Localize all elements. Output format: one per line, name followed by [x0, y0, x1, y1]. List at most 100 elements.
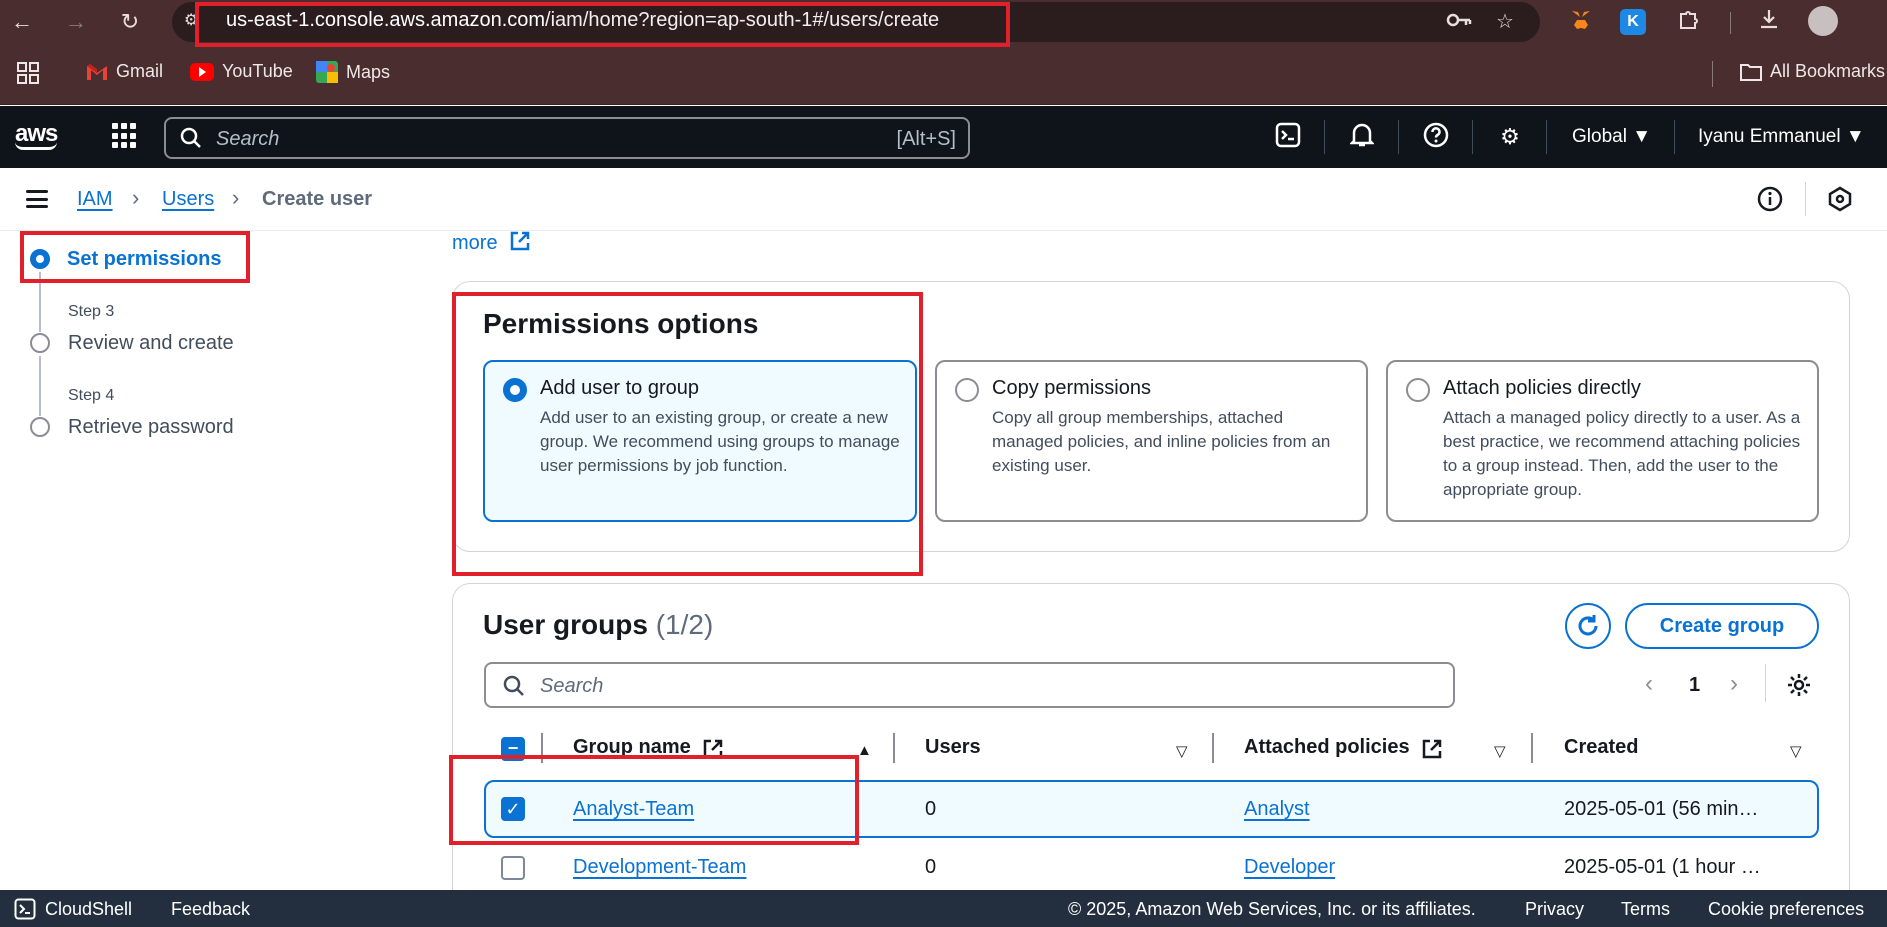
step-retrieve-password[interactable]: Retrieve password — [68, 416, 234, 439]
column-divider — [541, 733, 543, 763]
current-page-number[interactable]: 1 — [1689, 674, 1700, 697]
breadcrumb-separator-icon: › — [232, 185, 240, 210]
footer-cloudshell[interactable]: CloudShell — [45, 899, 132, 920]
option-copy-permissions[interactable]: Copy permissions Copy all group membersh… — [935, 360, 1368, 522]
column-header-attached-policies[interactable]: Attached policies — [1244, 736, 1410, 759]
gmail-icon — [87, 63, 107, 80]
k-extension-icon[interactable]: K — [1620, 9, 1646, 35]
url-host: us-east-1.console.aws.amazon.com — [226, 9, 546, 31]
group-users-count: 0 — [925, 856, 937, 878]
nav-divider — [1674, 120, 1675, 154]
breadcrumb-bar: IAM › Users › Create user — [0, 168, 1887, 231]
step-current-radio — [30, 249, 50, 269]
learn-more-link[interactable]: more — [452, 230, 531, 255]
group-search-input[interactable]: Search — [484, 662, 1455, 708]
option-radio[interactable] — [1406, 378, 1430, 402]
external-link-icon — [1422, 739, 1442, 759]
notifications-bell-icon[interactable] — [1347, 122, 1377, 152]
info-icon[interactable] — [1757, 186, 1783, 212]
option-radio[interactable] — [503, 378, 527, 402]
footer-privacy[interactable]: Privacy — [1525, 899, 1584, 920]
select-all-checkbox[interactable]: − — [501, 737, 525, 761]
more-link-label: more — [452, 232, 498, 254]
user-groups-title: User groups (1/2) — [483, 609, 713, 641]
footer-cookie-preferences[interactable]: Cookie preferences — [1708, 899, 1864, 920]
search-icon — [503, 675, 524, 696]
refresh-button[interactable] — [1565, 603, 1611, 649]
option-attach-policies-directly[interactable]: Attach policies directly Attach a manage… — [1386, 360, 1819, 522]
group-users-count: 0 — [925, 798, 937, 820]
help-icon[interactable] — [1421, 122, 1451, 152]
bookmark-gmail[interactable]: Gmail — [86, 61, 163, 82]
cloudshell-icon — [14, 898, 36, 920]
group-policy-link[interactable]: Developer — [1244, 856, 1335, 879]
column-header-created[interactable]: Created — [1564, 736, 1638, 759]
step-review-and-create[interactable]: Review and create — [68, 332, 234, 355]
next-page-chevron-icon[interactable]: › — [1730, 670, 1738, 698]
toolbar-divider — [1730, 12, 1731, 34]
group-name-link[interactable]: Development-Team — [573, 856, 746, 879]
search-placeholder: Search — [216, 128, 280, 150]
breadcrumb-separator-icon: › — [132, 185, 140, 210]
aws-logo[interactable]: aws — [15, 120, 58, 150]
column-divider — [1212, 733, 1214, 763]
tutorial-panel-icon[interactable] — [1827, 186, 1853, 212]
option-radio[interactable] — [955, 378, 979, 402]
url-text[interactable]: us-east-1.console.aws.amazon.com/iam/hom… — [226, 9, 939, 32]
group-policy-link[interactable]: Analyst — [1244, 798, 1310, 821]
column-divider — [1531, 733, 1533, 763]
url-path: /iam/home?region=ap-south-1#/users/creat… — [545, 9, 940, 31]
table-preferences-gear-icon[interactable] — [1786, 672, 1812, 698]
bookmark-youtube[interactable]: YouTube — [190, 61, 293, 82]
group-name-link[interactable]: Analyst-Team — [573, 798, 694, 821]
site-info-icon[interactable]: ⚙ — [184, 7, 198, 35]
forward-arrow-icon[interactable]: → — [62, 8, 90, 36]
group-search-placeholder: Search — [540, 675, 604, 697]
settings-gear-icon[interactable]: ⚙ — [1495, 122, 1525, 152]
column-divider — [893, 733, 895, 763]
sort-icon[interactable]: ▽ — [1494, 742, 1506, 760]
option-add-user-to-group[interactable]: Add user to group Add user to an existin… — [483, 360, 917, 522]
breadcrumb-users[interactable]: Users — [162, 188, 214, 211]
services-menu-icon[interactable] — [112, 123, 138, 149]
bookmark-star-icon[interactable]: ☆ — [1490, 8, 1520, 36]
apps-grid-icon[interactable] — [16, 61, 40, 85]
step-set-permissions[interactable]: Set permissions — [67, 248, 222, 271]
side-nav-toggle-icon[interactable] — [26, 190, 48, 208]
search-shortcut: [Alt+S] — [896, 128, 956, 150]
region-selector[interactable]: Global ▼ — [1572, 126, 1651, 148]
password-key-icon[interactable] — [1444, 8, 1474, 36]
row-checkbox[interactable]: ✓ — [501, 797, 525, 821]
footer-copyright: © 2025, Amazon Web Services, Inc. or its… — [1068, 899, 1476, 919]
account-menu[interactable]: Iyanu Emmanuel ▼ — [1698, 126, 1865, 148]
folder-icon — [1740, 63, 1762, 81]
download-icon[interactable] — [1754, 8, 1784, 36]
sort-icon[interactable]: ▽ — [1790, 742, 1802, 760]
profile-avatar[interactable] — [1808, 6, 1838, 36]
breadcrumb-iam[interactable]: IAM — [77, 188, 113, 211]
column-header-group-name[interactable]: Group name — [573, 736, 691, 759]
column-header-users[interactable]: Users — [925, 736, 981, 759]
aws-search-input[interactable]: Search [Alt+S] — [164, 117, 970, 159]
row-checkbox[interactable] — [501, 856, 525, 880]
extensions-puzzle-icon[interactable] — [1674, 8, 1704, 36]
all-bookmarks[interactable]: All Bookmarks — [1740, 61, 1885, 82]
step-3-radio — [30, 333, 50, 353]
option-title: Attach policies directly — [1443, 377, 1641, 399]
bookmark-maps[interactable]: Maps — [316, 61, 390, 83]
sort-ascending-icon[interactable]: ▲ — [857, 742, 872, 759]
metamask-extension-icon[interactable] — [1566, 8, 1596, 36]
reload-icon[interactable]: ↻ — [116, 8, 144, 36]
footer-feedback[interactable]: Feedback — [171, 899, 250, 920]
create-group-button[interactable]: Create group — [1625, 603, 1819, 649]
footer-terms[interactable]: Terms — [1621, 899, 1670, 920]
user-groups-heading: User groups — [483, 609, 648, 640]
console-footer: CloudShell Feedback © 2025, Amazon Web S… — [0, 890, 1887, 927]
back-arrow-icon[interactable]: ← — [8, 8, 36, 36]
nav-divider — [1546, 120, 1547, 154]
aws-top-nav: aws Search [Alt+S] ⚙ Global ▼ Iyanu Emma… — [0, 106, 1887, 168]
cloudshell-icon[interactable] — [1273, 122, 1303, 152]
step-4-label: Step 4 — [68, 387, 115, 404]
sort-icon[interactable]: ▽ — [1176, 742, 1188, 760]
prev-page-chevron-icon[interactable]: ‹ — [1645, 670, 1653, 698]
